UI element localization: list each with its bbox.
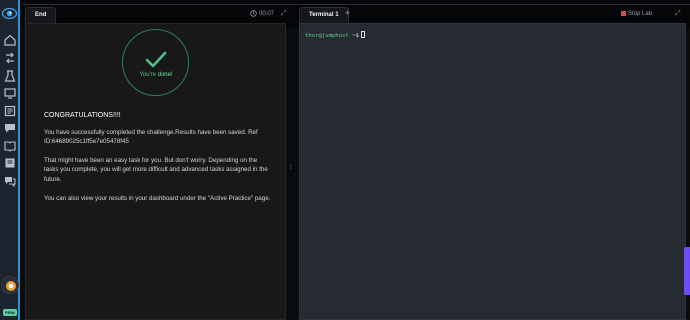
terminal-prompt: thor@jumphost ~$ (305, 31, 365, 39)
sidebar-rail: PRIN (0, 0, 20, 320)
stop-lab-button[interactable]: Stop Lab (621, 11, 652, 17)
app-window: PRIN End 00:07 ⤢ Terminal 1 + Stop Lab ⤢… (0, 0, 690, 320)
top-divider (22, 4, 690, 5)
check-icon (145, 51, 167, 68)
plan-badge: PRIN (3, 309, 17, 316)
flask-icon[interactable] (4, 70, 16, 82)
terminal-pane[interactable] (299, 23, 686, 320)
tab-end[interactable]: End (25, 7, 57, 23)
done-label: You're done! (133, 72, 179, 78)
home-icon[interactable] (4, 34, 16, 46)
feedback-tab[interactable] (684, 247, 690, 295)
result-paragraph: You can also view your results in your d… (44, 194, 271, 202)
messages-icon[interactable] (4, 175, 16, 187)
avatar[interactable] (1, 276, 19, 294)
prompt-path: ~$ (352, 33, 359, 39)
expand-right-icon[interactable]: ⤢ (675, 10, 682, 17)
book-open-icon[interactable] (4, 157, 16, 169)
routes-icon[interactable] (4, 52, 16, 64)
result-paragraph: You have successfully completed the chal… (44, 128, 258, 146)
panel-resize-handle[interactable]: ⁞ (290, 165, 292, 171)
prompt-user-host: thor@jumphost (305, 33, 349, 39)
congrats-heading: CONGRATULATIONS!!!! (44, 112, 121, 119)
done-word: done! (157, 72, 173, 78)
expand-left-icon[interactable]: ⤢ (281, 10, 288, 17)
book-icon[interactable] (4, 140, 16, 152)
tasks-icon[interactable] (4, 105, 16, 117)
stop-icon (621, 11, 626, 16)
stop-lab-label: Stop Lab (628, 11, 653, 17)
monitor-icon[interactable] (4, 87, 16, 99)
result-message: CONGRATULATIONS!!!! You have successfull… (44, 111, 272, 212)
chat-icon[interactable] (4, 122, 16, 134)
done-prefix: You're (139, 72, 158, 78)
eye-logo-icon[interactable] (2, 7, 17, 20)
timer-value: 00:07 (259, 11, 275, 17)
tab-terminal-1[interactable]: Terminal 1 (299, 7, 349, 23)
result-paragraph: That might have been an easy task for yo… (44, 156, 268, 183)
terminal-cursor (360, 31, 365, 38)
avatar-image (3, 278, 18, 293)
add-terminal-button[interactable]: + (345, 8, 350, 18)
clock-icon (250, 10, 257, 17)
